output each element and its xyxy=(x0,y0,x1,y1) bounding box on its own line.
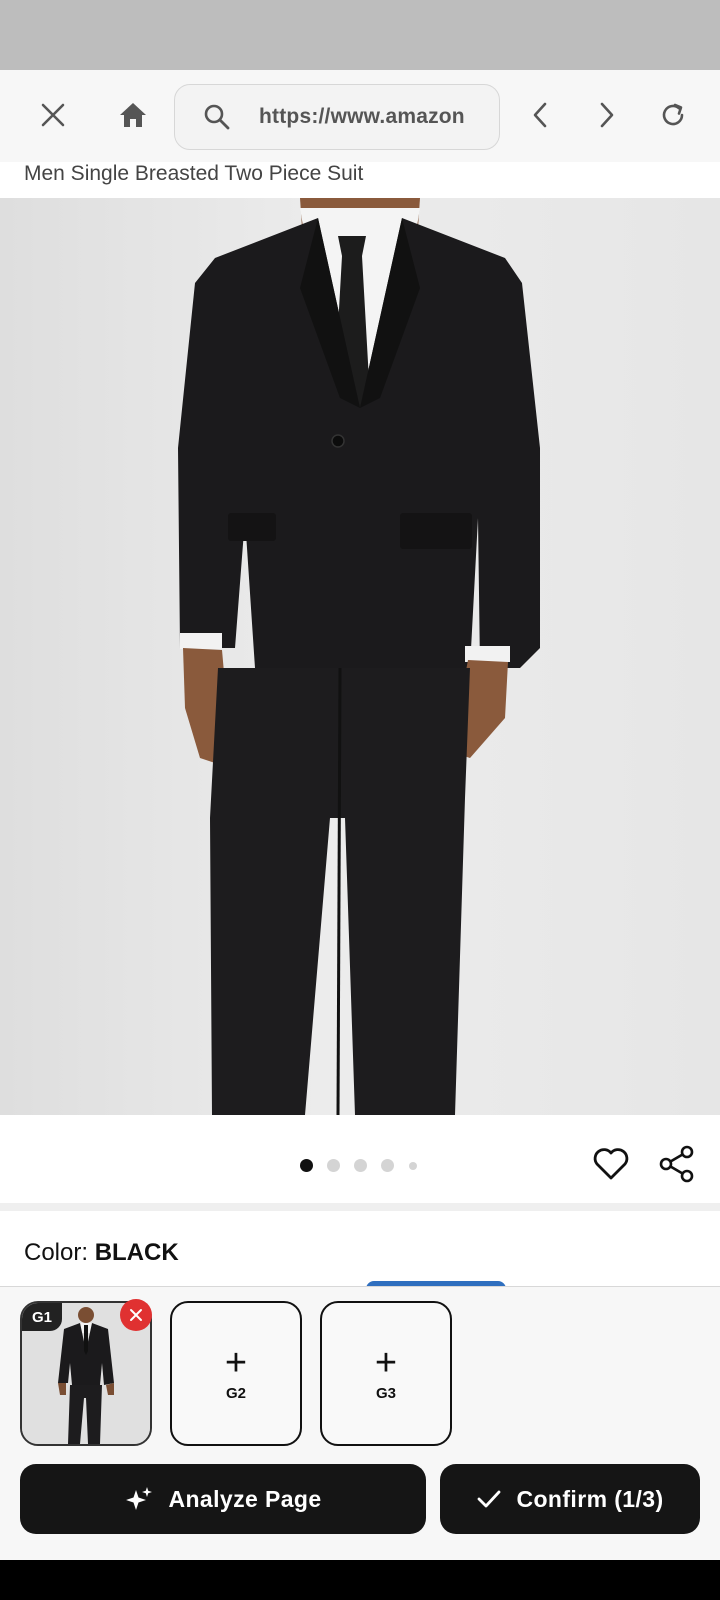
wishlist-button[interactable] xyxy=(592,1145,630,1183)
share-icon xyxy=(659,1145,694,1183)
color-selector-row: Color: BLACK xyxy=(0,1211,720,1293)
pager-dot-small[interactable] xyxy=(409,1162,417,1170)
pager-dot-active[interactable] xyxy=(300,1159,313,1172)
url-text: https://www.amazon xyxy=(259,105,465,128)
pager-dot[interactable] xyxy=(381,1159,394,1172)
home-button[interactable] xyxy=(108,90,158,140)
close-button[interactable] xyxy=(28,90,78,140)
status-bar xyxy=(0,0,720,70)
section-divider xyxy=(0,1203,720,1211)
analyze-page-button[interactable]: Analyze Page xyxy=(20,1464,426,1534)
confirm-label: Confirm (1/3) xyxy=(516,1485,664,1512)
confirm-button[interactable]: Confirm (1/3) xyxy=(440,1464,700,1534)
suit-photo xyxy=(178,198,540,1115)
back-button[interactable] xyxy=(515,90,565,140)
color-value: BLACK xyxy=(94,1239,179,1266)
url-bar[interactable]: https://www.amazon xyxy=(174,84,500,150)
color-label-line: Color: BLACK xyxy=(24,1239,179,1267)
slot-g2-add-button[interactable]: + G2 xyxy=(170,1301,302,1446)
product-title-strip: Men Single Breasted Two Piece Suit xyxy=(0,162,720,198)
pager-dot[interactable] xyxy=(354,1159,367,1172)
reload-button[interactable] xyxy=(648,90,698,140)
plus-icon: + xyxy=(374,1342,398,1384)
image-pager-row xyxy=(0,1115,720,1205)
chevron-left-icon xyxy=(533,102,547,128)
forward-button[interactable] xyxy=(582,90,632,140)
plus-icon: + xyxy=(224,1342,248,1384)
share-button[interactable] xyxy=(658,1145,696,1183)
home-icon xyxy=(120,103,146,127)
heart-icon xyxy=(593,1148,629,1180)
chevron-right-icon xyxy=(600,102,614,128)
slot-g2-label: G2 xyxy=(225,1385,246,1402)
slot-g3-label: G3 xyxy=(375,1385,396,1402)
search-icon xyxy=(197,97,237,137)
reload-icon xyxy=(662,103,684,126)
browser-toolbar: https://www.amazon xyxy=(0,70,720,162)
pager-dot[interactable] xyxy=(327,1159,340,1172)
slot-g3-add-button[interactable]: + G3 xyxy=(320,1301,452,1446)
slot-g1-tag: G1 xyxy=(22,1303,62,1331)
sparkle-icon xyxy=(126,1487,153,1510)
close-icon xyxy=(41,103,65,127)
color-label: Color: xyxy=(24,1239,95,1266)
system-navigation-bar xyxy=(0,1560,720,1600)
product-title: Men Single Breasted Two Piece Suit xyxy=(24,162,364,185)
check-icon xyxy=(478,1490,501,1508)
analyze-page-label: Analyze Page xyxy=(168,1485,322,1512)
remove-slot-g1-button[interactable] xyxy=(120,1299,152,1331)
close-icon xyxy=(130,1309,142,1321)
product-image[interactable] xyxy=(0,198,720,1115)
